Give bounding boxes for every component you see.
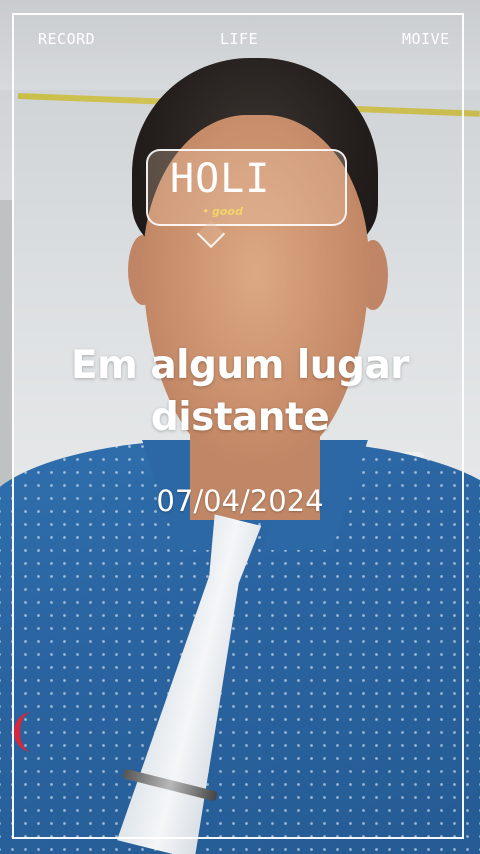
caption-text[interactable]: Em algum lugar distante	[0, 340, 480, 444]
date-text[interactable]: 07/04/2024	[0, 484, 480, 518]
caption-line-2: distante	[150, 395, 330, 440]
story-screen: RECORD LIFE MOIVE HOLI ✦ good Em algum l…	[0, 0, 480, 854]
record-label: RECORD	[38, 30, 96, 48]
life-label: LIFE	[220, 30, 259, 48]
sparkle-icon: ✦	[202, 206, 210, 216]
caption-line-1: Em algum lugar	[70, 343, 410, 388]
sticker-main-text: HOLI	[170, 156, 271, 202]
sticker-sub-text: good	[212, 205, 243, 218]
moive-label: MOIVE	[402, 30, 450, 48]
